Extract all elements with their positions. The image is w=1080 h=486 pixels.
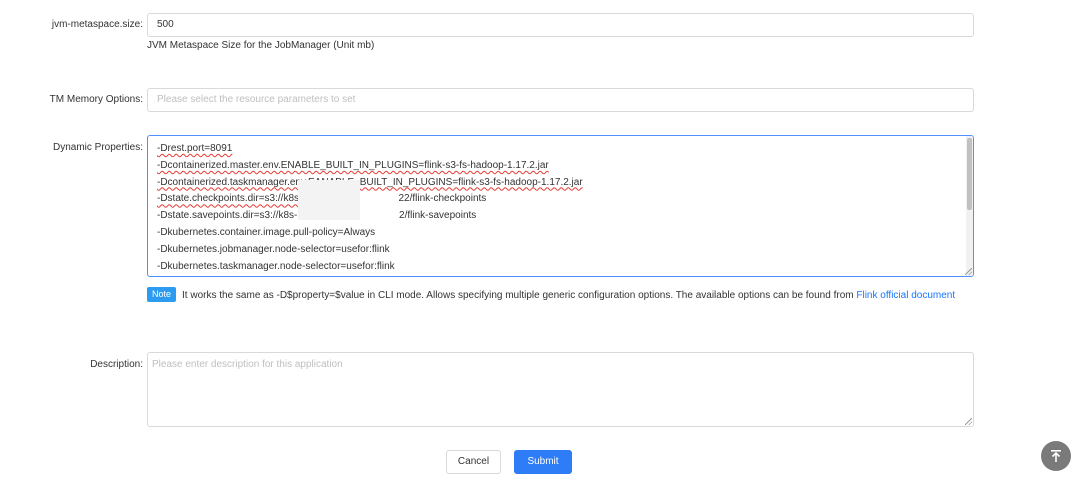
property-line: -Drest.port=8091 <box>157 143 233 154</box>
property-line: -Dstate.savepoints.dir=s3://k8s-bigdata-… <box>157 210 477 222</box>
submit-button[interactable]: Submit <box>514 450 572 474</box>
dynamic-properties-label: Dynamic Properties: <box>52 142 143 153</box>
application-form: jvm-metaspace.size: 500 JVM Metaspace Si… <box>0 0 1080 486</box>
note-badge: Note <box>147 287 177 302</box>
vertical-align-top-icon <box>1051 450 1061 462</box>
property-line: -Dkubernetes.container.image.pull-policy… <box>157 226 376 238</box>
cancel-button[interactable]: Cancel <box>446 450 501 474</box>
redacted-region <box>298 180 360 220</box>
dynamic-properties-note: Note It works the same as -D$property=$va… <box>147 287 977 304</box>
description-placeholder: Please enter description for this applic… <box>152 359 343 370</box>
metaspace-label: jvm-metaspace.size: <box>51 19 143 30</box>
property-line: -Dcontainerized.master.env.ENABLE_BUILT_… <box>157 159 549 171</box>
property-line: -Dcontainerized.taskmanager.env.EANABLE_… <box>157 176 583 188</box>
scrollbar-thumb[interactable] <box>967 138 972 210</box>
tm-memory-select[interactable]: Please select the resource parameters to… <box>147 88 974 112</box>
description-label: Description: <box>90 359 143 370</box>
flink-docs-link[interactable]: Flink official document <box>856 290 955 301</box>
note-text: It works the same as -D$property=$value … <box>182 290 854 301</box>
property-line: -Dkubernetes.taskmanager.node-selector=u… <box>157 260 395 272</box>
dynamic-properties-content: -Drest.port=8091 -Dcontainerized.master.… <box>148 136 973 275</box>
textarea-scrollbar[interactable] <box>966 136 973 276</box>
description-textarea[interactable]: Please enter description for this applic… <box>147 352 974 427</box>
property-line: -Dkubernetes.jobmanager.node-selector=us… <box>157 243 390 255</box>
metaspace-input[interactable]: 500 <box>147 13 974 37</box>
metaspace-help-text: JVM Metaspace Size for the JobManager (U… <box>147 40 375 51</box>
back-to-top-button[interactable] <box>1041 441 1071 471</box>
resize-handle-icon[interactable] <box>965 418 972 425</box>
resize-handle-icon[interactable] <box>965 268 972 275</box>
dynamic-properties-textarea[interactable]: -Drest.port=8091 -Dcontainerized.master.… <box>147 135 974 277</box>
tm-memory-label: TM Memory Options: <box>49 94 143 105</box>
property-line: -Dstate.checkpoints.dir=s3://k8s-bigdata… <box>157 193 487 205</box>
